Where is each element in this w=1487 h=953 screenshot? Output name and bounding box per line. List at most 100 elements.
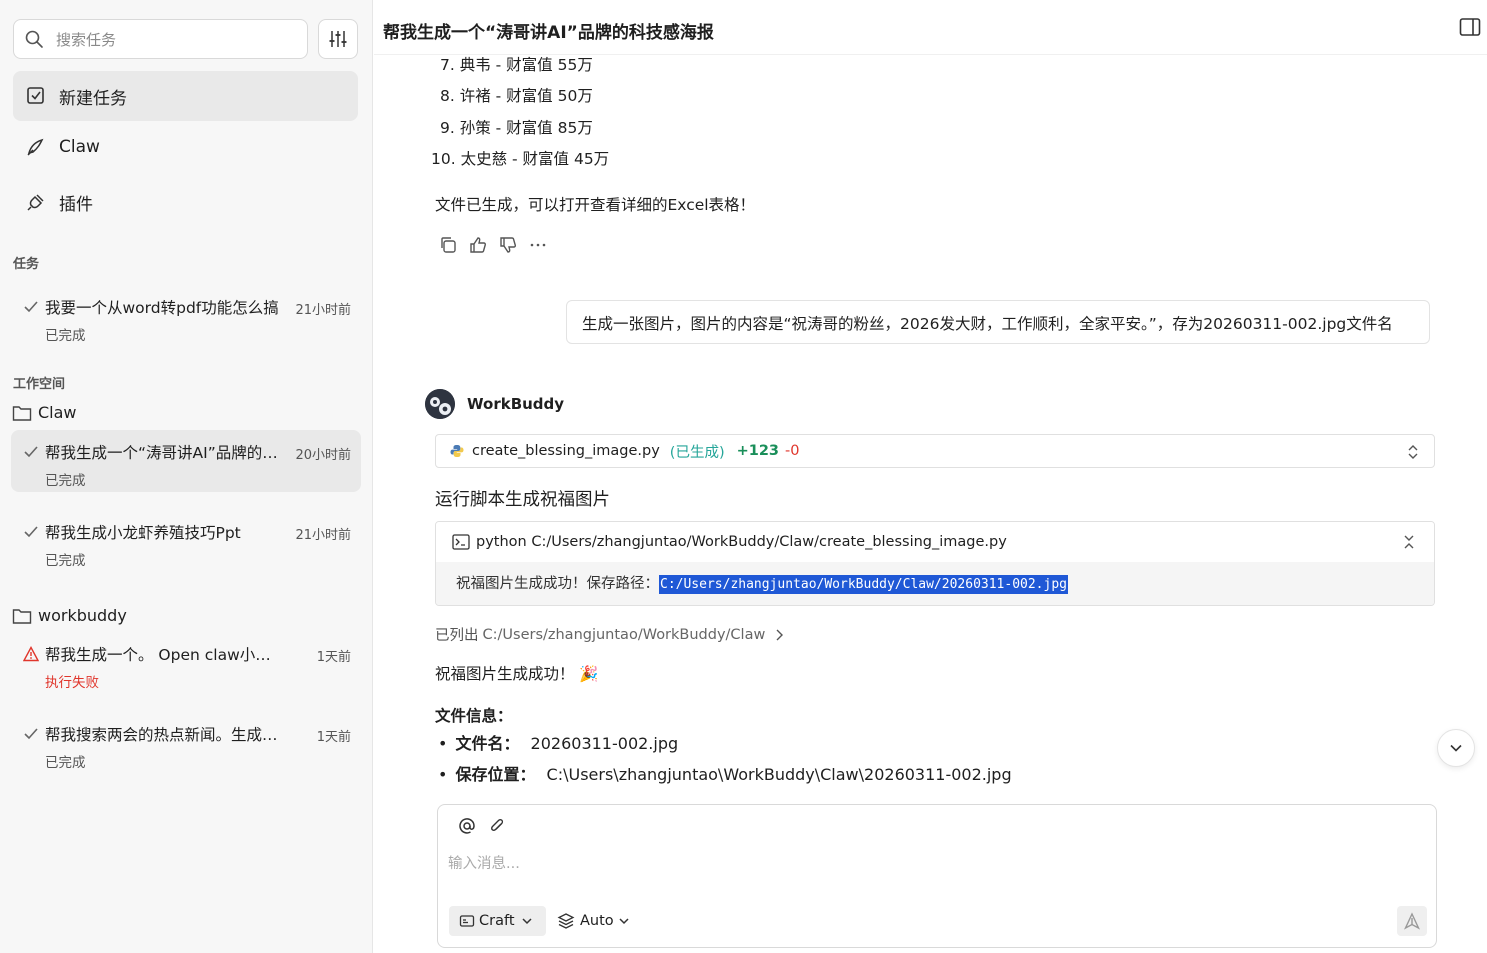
task-title: 帮我生成一个“涛哥讲AI”品牌的…	[45, 444, 278, 462]
craft-icon	[459, 915, 475, 927]
workspace-section-label: 工作空间	[13, 377, 66, 392]
terminal-header[interactable]: python C:/Users/zhangjuntao/WorkBuddy/Cl…	[436, 522, 1434, 562]
chevron-down-icon	[1450, 744, 1462, 752]
task-item[interactable]: 我要一个从word转pdf功能怎么搞 21小时前 已完成	[11, 285, 361, 347]
nav-claw[interactable]: Claw	[13, 122, 358, 172]
info-key: 文件名：	[455, 734, 520, 753]
chevron-right-icon	[776, 629, 784, 640]
folder-name: Claw	[38, 403, 77, 422]
terminal-command: python C:/Users/zhangjuntao/WorkBuddy/Cl…	[476, 534, 1007, 550]
folder-icon	[12, 608, 32, 624]
nav-plugins[interactable]: 插件	[13, 177, 358, 227]
listed-path: C:/Users/zhangjuntao/WorkBuddy/Claw	[482, 626, 766, 643]
task-status: 执行失败	[45, 675, 99, 691]
terminal-block: python C:/Users/zhangjuntao/WorkBuddy/Cl…	[435, 521, 1435, 606]
filter-button[interactable]	[318, 19, 358, 59]
info-value: C:\Users\zhangjuntao\WorkBuddy\Claw\2026…	[546, 765, 1012, 784]
task-time: 1天前	[316, 730, 351, 745]
mode-selector[interactable]: Craft	[449, 906, 546, 936]
step-title: 运行脚本生成祝福图片	[435, 490, 610, 510]
expand-icon[interactable]	[1406, 444, 1420, 460]
info-item: • 文件名： 20260311-002.jpg	[438, 734, 679, 753]
claw-icon	[27, 138, 44, 156]
task-title: 帮我搜索两会的热点新闻。生成一…	[45, 726, 285, 744]
success-message: 祝福图片生成成功！ 🎉	[435, 665, 599, 683]
scroll-down-button[interactable]	[1437, 729, 1475, 767]
task-title: 我要一个从word转pdf功能怎么搞	[45, 299, 279, 317]
mention-icon[interactable]	[458, 817, 476, 835]
task-time: 1天前	[316, 650, 351, 665]
info-value: 20260311-002.jpg	[530, 734, 679, 753]
user-message: 生成一张图片，图片的内容是“祝涛哥的粉丝，2026发大财，工作顺利，全家平安。”…	[566, 300, 1430, 344]
model-selector[interactable]: Auto	[557, 906, 635, 936]
tasks-section-label: 任务	[13, 257, 40, 272]
chevron-down-icon	[521, 918, 532, 925]
search-icon	[25, 30, 43, 48]
attach-icon[interactable]	[488, 817, 506, 835]
toggle-panel-icon[interactable]	[1459, 17, 1481, 37]
folder-icon	[12, 405, 32, 421]
nav-label: 新建任务	[59, 88, 127, 109]
check-icon	[24, 301, 38, 313]
file-state: (已生成)	[669, 444, 725, 461]
robot-icon	[425, 389, 455, 419]
task-item[interactable]: 帮我生成小龙虾养殖技巧Ppt 21小时前 已完成	[11, 510, 361, 572]
check-icon	[24, 728, 38, 740]
list-item: 7. 典韦 - 财富值 55万	[440, 56, 593, 74]
list-item: 8. 许褚 - 财富值 50万	[440, 87, 593, 105]
list-item: 9. 孙策 - 财富值 85万	[440, 119, 593, 137]
send-icon	[1403, 912, 1421, 930]
terminal-output-prefix: 祝福图片生成成功！保存路径：	[456, 576, 659, 592]
plug-icon	[27, 194, 44, 211]
task-status: 已完成	[45, 473, 86, 489]
task-time: 20小时前	[295, 448, 351, 463]
list-item: 10. 太史慈 - 财富值 45万	[431, 150, 610, 168]
collapse-icon[interactable]	[1402, 534, 1416, 550]
python-icon	[450, 445, 464, 457]
message-input[interactable]: 输入消息...	[448, 852, 520, 873]
listed-directory[interactable]: 已列出 C:/Users/zhangjuntao/WorkBuddy/Claw	[435, 624, 785, 645]
search-input[interactable]: 搜索任务	[13, 19, 308, 59]
sliders-icon	[329, 31, 347, 47]
folder-name: workbuddy	[38, 606, 127, 625]
info-key: 保存位置：	[455, 765, 536, 784]
thumbs-up-icon[interactable]	[468, 235, 488, 255]
terminal-output-path[interactable]: C:/Users/zhangjuntao/WorkBuddy/Claw/2026…	[659, 575, 1068, 594]
listed-label: 已列出	[435, 628, 479, 644]
nav-label: Claw	[59, 137, 100, 157]
send-button[interactable]	[1397, 906, 1427, 936]
message-composer: 输入消息... Craft Auto	[437, 804, 1437, 948]
file-done-message: 文件已生成，可以打开查看详细的Excel表格！	[435, 196, 756, 214]
terminal-output: 祝福图片生成成功！保存路径：C:/Users/zhangjuntao/WorkB…	[436, 562, 1434, 605]
more-icon[interactable]	[528, 235, 548, 255]
check-icon	[24, 446, 38, 458]
folder-claw[interactable]: Claw	[12, 403, 77, 422]
info-title: 文件信息：	[435, 707, 513, 725]
task-time: 21小时前	[295, 528, 351, 543]
terminal-icon	[452, 534, 470, 550]
composer-tools	[458, 817, 506, 835]
search-placeholder: 搜索任务	[56, 30, 117, 49]
folder-workbuddy[interactable]: workbuddy	[12, 606, 127, 625]
layers-icon	[557, 913, 575, 929]
copy-icon[interactable]	[438, 235, 458, 255]
new-task-icon	[27, 87, 44, 104]
sidebar: 搜索任务 新建任务 Claw 插件 任务 我要一个从word转pdf功能怎么搞 …	[0, 0, 373, 953]
info-item: • 保存位置： C:\Users\zhangjuntao\WorkBuddy\Cl…	[438, 765, 1012, 784]
thumbs-down-icon[interactable]	[498, 235, 518, 255]
task-status: 已完成	[45, 328, 86, 344]
warning-icon	[23, 646, 39, 662]
task-item[interactable]: 帮我搜索两会的热点新闻。生成一… 1天前 已完成	[11, 712, 361, 774]
main-panel: 帮我生成一个“涛哥讲AI”品牌的科技感海报 7. 典韦 - 财富值 55万 8.…	[374, 0, 1487, 953]
chevron-down-icon	[619, 918, 629, 925]
nav-label: 插件	[59, 194, 93, 215]
file-card[interactable]: create_blessing_image.py (已生成) +123 -0	[435, 434, 1435, 468]
page-title: 帮我生成一个“涛哥讲AI”品牌的科技感海报	[383, 23, 714, 43]
task-time: 21小时前	[295, 303, 351, 318]
task-item[interactable]: 帮我生成一个“涛哥讲AI”品牌的… 20小时前 已完成	[11, 430, 361, 492]
lines-added: +123	[736, 443, 780, 459]
task-item[interactable]: 帮我生成一个。 Open claw小龙虾… 1天前 执行失败	[11, 632, 361, 694]
mode-label: Craft	[479, 913, 515, 929]
nav-new-task[interactable]: 新建任务	[13, 71, 358, 121]
avatar	[425, 389, 455, 419]
